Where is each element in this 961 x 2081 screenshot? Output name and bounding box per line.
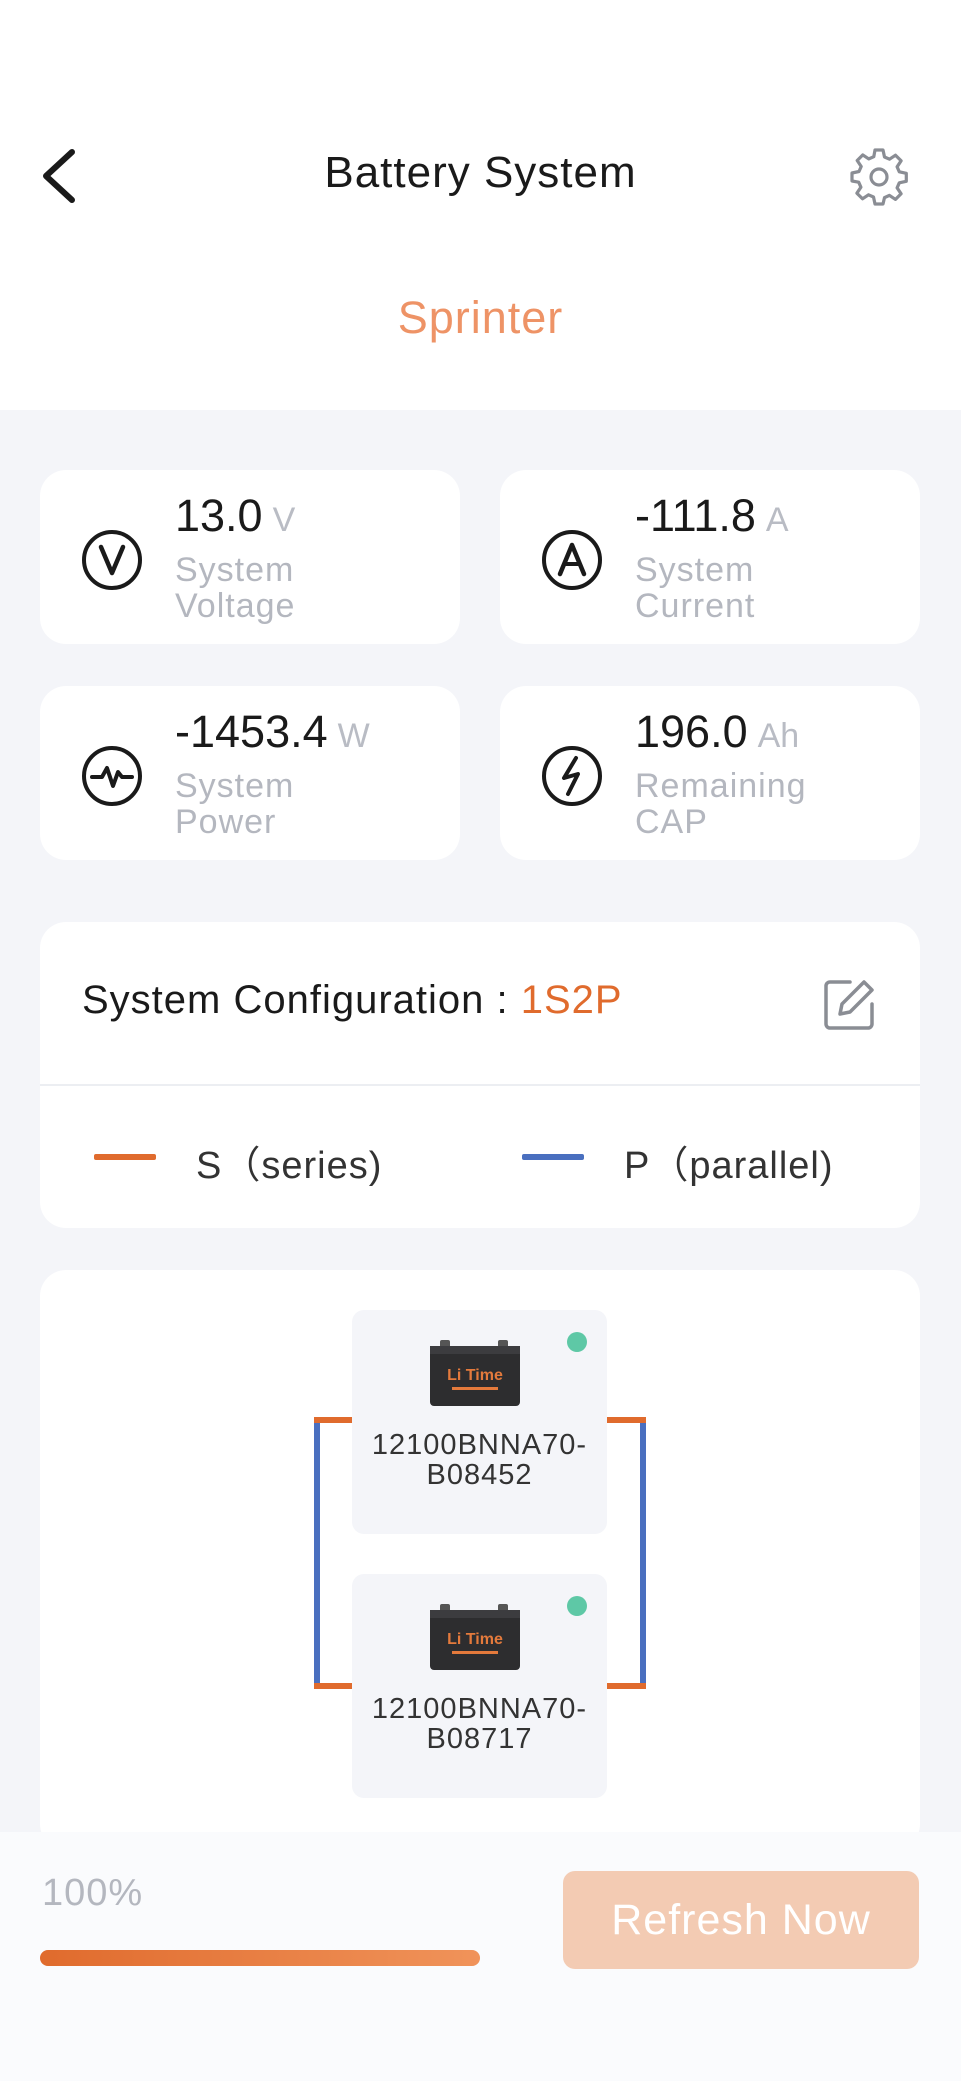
bottom-bar: 100% Refresh Now: [0, 1832, 961, 2081]
parallel-legend-line: [522, 1154, 584, 1160]
stat-label: System Power: [175, 767, 295, 841]
battery-logo: Li Time: [447, 1631, 503, 1648]
battery-icon: Li Time: [430, 1340, 520, 1406]
battery-name: 12100BNNA70- B08717: [371, 1693, 588, 1755]
status-dot: [567, 1332, 587, 1352]
current-icon: [542, 530, 602, 590]
battery-name: 12100BNNA70- B08452: [371, 1429, 588, 1491]
progress-bar: [40, 1950, 480, 1966]
capacity-icon: [542, 746, 602, 806]
progress-bar-fill: [40, 1950, 480, 1966]
stat-value: 196.0 Ah: [635, 706, 800, 757]
parallel-legend-label: P（parallel): [624, 1145, 834, 1187]
battery-diagram-card: Li Time 12100BNNA70- B08452 Li Time 12100…: [40, 1270, 920, 1850]
gear-icon[interactable]: [848, 146, 910, 208]
stat-card-voltage: 13.0 V System Voltage: [40, 470, 460, 644]
stat-card-current: -111.8 A System Current: [500, 470, 920, 644]
stat-card-power: -1453.4 W System Power: [40, 686, 460, 860]
stat-unit: A: [765, 501, 789, 539]
series-legend-line: [94, 1154, 156, 1160]
battery-icon: Li Time: [430, 1604, 520, 1670]
header: Battery System Sprinter: [0, 0, 961, 410]
voltage-icon: [82, 530, 142, 590]
battery-item[interactable]: Li Time 12100BNNA70- B08452: [352, 1310, 607, 1534]
stat-unit: Ah: [757, 717, 800, 755]
edit-icon[interactable]: [820, 976, 878, 1034]
battery-item[interactable]: Li Time 12100BNNA70- B08717: [352, 1574, 607, 1798]
configuration-title: System Configuration : 1S2P: [82, 978, 623, 1022]
stat-label: Remaining CAP: [635, 767, 807, 841]
system-name: Sprinter: [397, 292, 564, 343]
power-icon: [82, 746, 142, 806]
stat-value: -1453.4 W: [175, 706, 370, 757]
stat-label: System Current: [635, 551, 756, 625]
progress-percent: 100%: [42, 1872, 144, 1914]
series-legend-label: S（series): [196, 1145, 383, 1187]
refresh-now-button[interactable]: Refresh Now: [563, 1871, 919, 1969]
stat-unit: W: [337, 717, 370, 755]
configuration-code: 1S2P: [520, 978, 623, 1022]
battery-logo: Li Time: [447, 1367, 503, 1384]
stat-unit: V: [272, 501, 296, 539]
stat-value: 13.0 V: [175, 490, 296, 541]
page-title: Battery System: [324, 148, 637, 197]
stat-value: -111.8 A: [635, 490, 789, 541]
configuration-card: System Configuration : 1S2P S（series) P（…: [40, 922, 920, 1228]
status-dot: [567, 1596, 587, 1616]
stat-card-capacity: 196.0 Ah Remaining CAP: [500, 686, 920, 860]
stat-label: System Voltage: [175, 551, 296, 625]
divider: [40, 1084, 920, 1086]
